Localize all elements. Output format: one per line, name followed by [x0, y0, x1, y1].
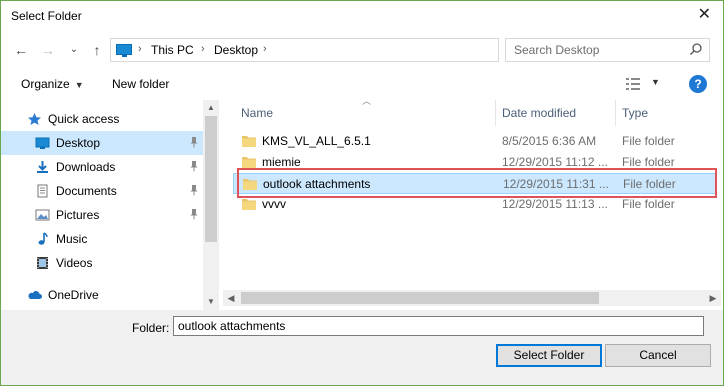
- horizontal-scroll-thumb[interactable]: [241, 292, 599, 304]
- sidebar-item-label: Documents: [56, 184, 117, 198]
- sidebar-item-label: Videos: [56, 256, 93, 270]
- forward-arrow-icon[interactable]: →: [39, 41, 57, 59]
- close-icon[interactable]: ✕: [698, 5, 711, 25]
- sidebar-item-label: Desktop: [56, 136, 101, 150]
- breadcrumb-separator: ›: [138, 43, 142, 55]
- file-date: 12/29/2015 11:13 ...: [502, 197, 608, 211]
- organize-label: Organize: [21, 77, 70, 91]
- file-date: 12/29/2015 11:31 ...: [503, 177, 609, 191]
- file-type: File folder: [623, 177, 676, 191]
- list-item[interactable]: miemie 12/29/2015 11:12 ... File folder: [233, 152, 717, 173]
- file-name: miemie: [262, 155, 301, 169]
- search-placeholder: Search Desktop: [514, 43, 600, 57]
- view-dropdown-icon[interactable]: ▼: [651, 77, 660, 87]
- star-icon: [28, 113, 41, 125]
- sidebar-item-music[interactable]: Music: [1, 227, 203, 251]
- sidebar-item-onedrive[interactable]: OneDrive: [1, 283, 203, 307]
- sort-ascending-icon: ︿: [362, 96, 372, 106]
- pin-icon[interactable]: [189, 208, 199, 220]
- sidebar-item-pictures[interactable]: Pictures: [1, 203, 203, 227]
- pictures-icon: [35, 209, 50, 221]
- file-name: vvvv: [262, 197, 286, 211]
- this-pc-icon: [116, 44, 132, 57]
- folder-icon: [242, 199, 256, 210]
- dialog-footer: Folder: Select Folder Cancel: [1, 310, 723, 385]
- file-type: File folder: [622, 134, 675, 148]
- sidebar-item-quick-access[interactable]: Quick access: [1, 107, 203, 131]
- sidebar-item-desktop[interactable]: Desktop: [1, 131, 203, 155]
- sidebar-item-label: Downloads: [56, 160, 116, 174]
- address-bar[interactable]: › This PC › Desktop › ⌄ ↻: [110, 38, 601, 62]
- documents-icon: [37, 184, 48, 198]
- file-date: 8/5/2015 6:36 AM: [502, 134, 597, 148]
- pin-icon[interactable]: [189, 160, 199, 172]
- search-icon[interactable]: [689, 42, 703, 56]
- breadcrumb-separator: ›: [263, 43, 267, 55]
- help-icon[interactable]: ?: [689, 75, 707, 93]
- navigation-pane: Quick access Desktop Downloads Documents…: [1, 100, 219, 310]
- column-header-date-modified[interactable]: Date modified: [502, 106, 576, 120]
- download-icon: [37, 161, 48, 173]
- select-folder-dialog: Select Folder ✕ ← → ⌄ ↑ › This PC › Desk…: [0, 0, 724, 386]
- title-bar: Select Folder ✕: [1, 1, 723, 31]
- folder-icon: [242, 157, 256, 168]
- pin-icon[interactable]: [189, 136, 199, 148]
- sidebar-scroll-thumb[interactable]: [205, 116, 217, 242]
- list-item-selected[interactable]: outlook attachments 12/29/2015 11:31 ...…: [233, 173, 717, 194]
- view-options-icon[interactable]: [625, 77, 641, 91]
- sidebar-item-label: Pictures: [56, 208, 100, 222]
- sidebar-item-videos[interactable]: Videos: [1, 251, 203, 275]
- file-date: 12/29/2015 11:12 ...: [502, 155, 608, 169]
- sidebar-item-label: Music: [56, 232, 88, 246]
- file-name: outlook attachments: [263, 177, 371, 191]
- sidebar-item-label: OneDrive: [48, 288, 99, 302]
- search-input[interactable]: Search Desktop: [505, 38, 710, 62]
- music-icon: [38, 232, 48, 245]
- column-divider[interactable]: [495, 100, 496, 126]
- column-header-name[interactable]: Name: [241, 106, 273, 120]
- caret-down-icon: ▼: [74, 80, 84, 90]
- sidebar-item-documents[interactable]: Documents: [1, 179, 203, 203]
- desktop-icon: [35, 137, 50, 149]
- list-item[interactable]: KMS_VL_ALL_6.5.1 8/5/2015 6:36 AM File f…: [233, 131, 717, 152]
- select-folder-button[interactable]: Select Folder: [496, 344, 602, 367]
- folder-icon: [242, 136, 256, 147]
- scroll-right-icon[interactable]: ▶: [705, 290, 721, 306]
- sidebar-scrollbar[interactable]: ▲ ▼: [203, 100, 219, 310]
- cloud-icon: [28, 291, 42, 299]
- column-header-type[interactable]: Type: [622, 106, 648, 120]
- file-type: File folder: [622, 155, 675, 169]
- scroll-down-icon[interactable]: ▼: [203, 294, 219, 310]
- new-folder-button[interactable]: New folder: [112, 77, 169, 91]
- window-title: Select Folder: [11, 9, 82, 23]
- file-list-horizontal-scrollbar[interactable]: ◀ ▶: [223, 290, 721, 306]
- back-arrow-icon[interactable]: ←: [12, 41, 30, 59]
- pin-icon[interactable]: [189, 184, 199, 196]
- column-divider[interactable]: [615, 100, 616, 126]
- breadcrumb-this-pc[interactable]: This PC: [151, 43, 194, 57]
- file-list: ︿ Name Date modified Type KMS_VL_ALL_6.5…: [221, 96, 721, 310]
- cancel-button[interactable]: Cancel: [605, 344, 711, 367]
- file-type: File folder: [622, 197, 675, 211]
- sidebar-item-downloads[interactable]: Downloads: [1, 155, 203, 179]
- breadcrumb-separator: ›: [201, 43, 205, 55]
- folder-icon: [243, 179, 257, 190]
- videos-icon: [37, 257, 48, 269]
- list-item[interactable]: vvvv 12/29/2015 11:13 ... File folder: [233, 194, 717, 215]
- recent-locations-dropdown-icon[interactable]: ⌄: [65, 41, 83, 59]
- file-name: KMS_VL_ALL_6.5.1: [262, 134, 371, 148]
- sidebar-item-label: Quick access: [48, 112, 120, 126]
- folder-field-label: Folder:: [132, 321, 170, 335]
- folder-name-input[interactable]: [173, 316, 704, 336]
- up-arrow-icon[interactable]: ↑: [88, 41, 106, 59]
- scroll-left-icon[interactable]: ◀: [223, 290, 239, 306]
- breadcrumb-desktop[interactable]: Desktop: [214, 43, 258, 57]
- organize-menu-button[interactable]: Organize ▼: [21, 77, 84, 91]
- scroll-up-icon[interactable]: ▲: [203, 100, 219, 116]
